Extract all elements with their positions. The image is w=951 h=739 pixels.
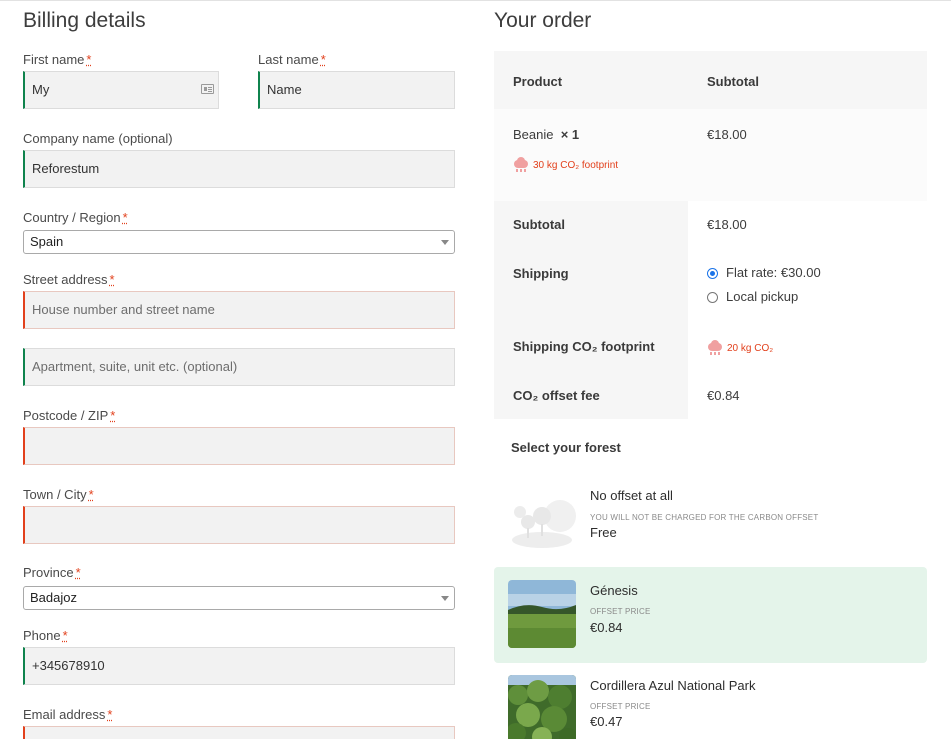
forest-option-cordillera-azul[interactable]: Cordillera Azul National Park OFFSET PRI… — [494, 662, 927, 739]
subtotal-column-header: Subtotal — [707, 74, 759, 89]
product-column-header: Product — [513, 74, 562, 89]
forest-photo-jungle — [508, 675, 576, 739]
rain-cloud-icon — [513, 157, 529, 173]
item-price: €18.00 — [707, 127, 747, 142]
company-field[interactable]: Reforestum — [23, 150, 455, 188]
totals-label-column — [494, 201, 688, 419]
chevron-down-icon — [441, 240, 449, 245]
email-field[interactable] — [23, 726, 455, 739]
forest-subtext: OFFSET PRICE — [590, 607, 650, 616]
order-item-row — [494, 109, 927, 201]
radio-selected-icon[interactable] — [707, 268, 718, 279]
town-label: Town / City * — [23, 487, 94, 502]
first-name-label: First name * — [23, 52, 91, 67]
postcode-field[interactable] — [23, 427, 455, 465]
offset-fee-value: €0.84 — [707, 388, 740, 403]
item-name: Beanie × 1 — [513, 127, 579, 142]
billing-title: Billing details — [23, 9, 146, 33]
item-co2-footprint: 30 kg CO₂ footprint — [513, 157, 618, 173]
phone-label: Phone * — [23, 628, 68, 643]
forest-price: Free — [590, 525, 617, 540]
forest-option-genesis[interactable]: Génesis OFFSET PRICE €0.84 — [494, 567, 927, 663]
shipping-option-local-pickup[interactable]: Local pickup — [707, 289, 798, 304]
subtotal-label: Subtotal — [513, 217, 565, 232]
rain-cloud-icon — [707, 340, 723, 356]
forest-price: €0.84 — [590, 620, 623, 635]
shipping-co2-value: 20 kg CO₂ — [707, 340, 773, 356]
subtotal-value: €18.00 — [707, 217, 747, 232]
forest-name: Cordillera Azul National Park — [590, 678, 755, 693]
forest-name: Génesis — [590, 583, 638, 598]
forest-price: €0.47 — [590, 714, 623, 729]
order-title: Your order — [494, 9, 591, 33]
street-address-field[interactable]: House number and street name — [23, 291, 455, 329]
radio-icon[interactable] — [707, 292, 718, 303]
last-name-label: Last name * — [258, 52, 326, 67]
country-select[interactable]: Spain — [23, 230, 455, 254]
select-forest-heading: Select your forest — [511, 440, 621, 455]
chevron-down-icon — [441, 596, 449, 601]
company-label: Company name (optional) — [23, 131, 173, 146]
country-label: Country / Region * — [23, 210, 128, 225]
province-select[interactable]: Badajoz — [23, 586, 455, 610]
shipping-label: Shipping — [513, 266, 569, 281]
street-address-2-field[interactable]: Apartment, suite, unit etc. (optional) — [23, 348, 455, 386]
forest-subtext: OFFSET PRICE — [590, 702, 650, 711]
first-name-field[interactable]: My — [23, 71, 219, 109]
email-label: Email address * — [23, 707, 112, 722]
province-label: Province * — [23, 565, 81, 580]
last-name-field[interactable]: Name — [258, 71, 455, 109]
street-label: Street address * — [23, 272, 115, 287]
no-offset-tree-icon — [508, 486, 576, 554]
contact-card-icon[interactable] — [201, 84, 214, 94]
offset-fee-label: CO₂ offset fee — [513, 388, 600, 403]
forest-photo-meadow — [508, 580, 576, 648]
town-field[interactable] — [23, 506, 455, 544]
phone-field[interactable]: +345678910 — [23, 647, 455, 685]
forest-option-no-offset[interactable]: No offset at all YOU WILL NOT BE CHARGED… — [494, 473, 927, 569]
postcode-label: Postcode / ZIP * — [23, 408, 115, 423]
shipping-co2-label: Shipping CO₂ footprint — [513, 339, 655, 354]
forest-subtext: YOU WILL NOT BE CHARGED FOR THE CARBON O… — [590, 513, 818, 522]
shipping-option-flat-rate[interactable]: Flat rate: €30.00 — [707, 265, 821, 280]
forest-name: No offset at all — [590, 488, 673, 503]
